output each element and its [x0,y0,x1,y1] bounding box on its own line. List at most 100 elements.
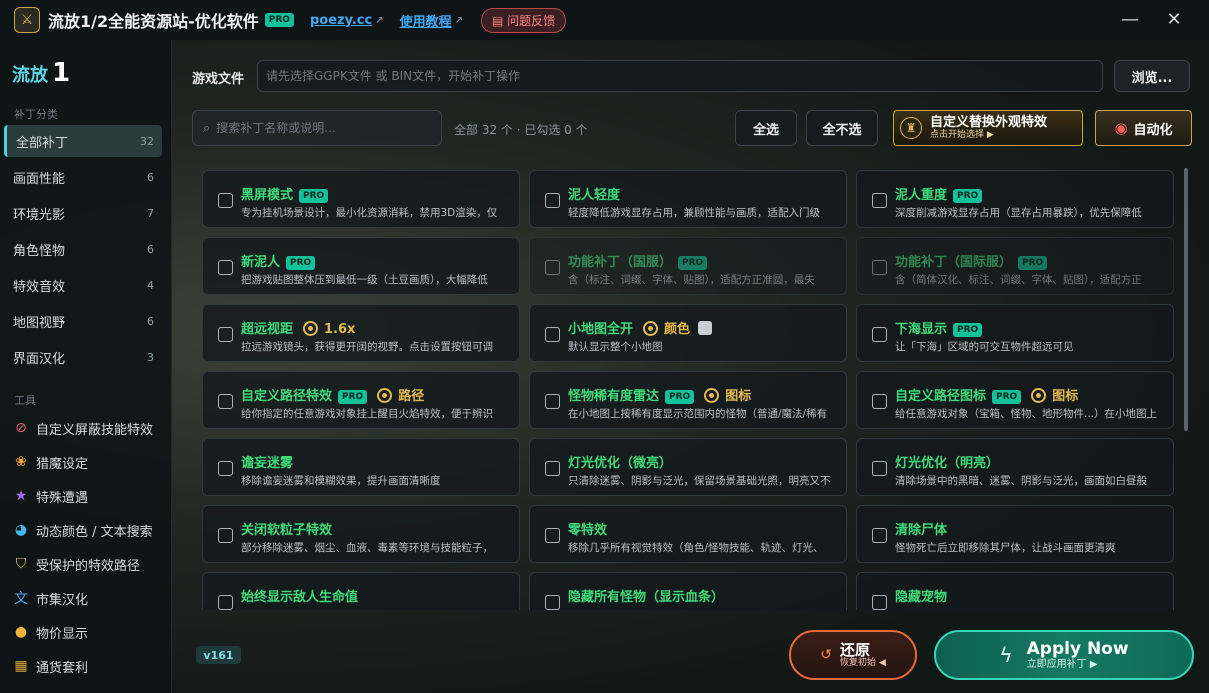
pro-badge: PRO [338,389,368,404]
tool-hunt-settings[interactable]: ❀ 猎魔设定 [12,447,88,477]
patch-checkbox[interactable] [872,193,887,208]
patch-title-text: 灯光优化（明亮） [895,456,1000,471]
restore-button[interactable]: ↺ 还原 恢复初始 ◀ [789,630,917,680]
sidebar-item-count: 4 [147,278,154,292]
eye-slash-icon: ⊘ [15,420,27,436]
tool-special-encounters[interactable]: ★ 特殊遭遇 [12,481,88,511]
lightning-icon: ϟ [999,643,1013,667]
patch-card[interactable]: 始终显示敌人生命值 [202,572,520,610]
patch-card[interactable]: 下海显示 PRO 让「下海」区域的可交互物件超远可见 [856,304,1174,362]
patch-card[interactable]: 自定义路径特效 PRO 路径 给你指定的任意游戏对象挂上醒目火焰特效，便于辨识 [202,371,520,429]
patch-card[interactable]: 清除尸体 怪物死亡后立即移除其尸体，让战斗画面更清爽 [856,505,1174,563]
color-swatch[interactable] [698,321,713,335]
automation-button[interactable]: ◉ 自动化 [1095,110,1192,146]
apply-now-button[interactable]: ϟ Apply Now 立即应用补丁 ▶ [934,630,1194,680]
sidebar-item-localization[interactable]: 界面汉化 3 [4,341,162,373]
sidebar-item-graphics[interactable]: 画面性能 6 [4,161,162,193]
patch-title: 谵妄迷雾 [241,452,293,471]
patch-card[interactable]: 功能补丁（国际服） PRO 含（简体汉化、标注、词缀、字体、贴图），适配方正 [856,237,1174,295]
patch-checkbox[interactable] [218,595,233,610]
patch-checkbox[interactable] [545,260,560,275]
patch-checkbox[interactable] [872,528,887,543]
patch-settings-button[interactable]: 颜色 [643,321,713,337]
tool-protected-paths[interactable]: ⛉ 受保护的特效路径 [12,549,140,579]
feedback-button[interactable]: ▤ 问题反馈 [481,7,567,33]
patch-title-text: 零特效 [568,523,608,538]
patch-title-text: 灯光优化（微亮） [568,456,673,471]
patch-checkbox[interactable] [545,528,560,543]
patch-settings-button[interactable]: 路径 [377,388,424,404]
sidebar-item-map[interactable]: 地图视野 6 [4,305,162,337]
patch-title-text: 始终显示敌人生命值 [241,590,359,605]
patch-checkbox[interactable] [545,394,560,409]
patch-card[interactable]: 隐藏所有怪物（显示血条） [529,572,847,610]
patch-checkbox[interactable] [872,394,887,409]
patch-card[interactable]: 新泥人 PRO 把游戏贴图整体压到最低一级（土豆画质），大幅降低 [202,237,520,295]
site-link[interactable]: poezy.cc [310,13,372,28]
patch-checkbox[interactable] [872,595,887,610]
patch-card[interactable]: 泥人轻度 轻度降低游戏显存占用，兼顾性能与画质，适配入门级 [529,170,847,228]
patch-description: 专为挂机场景设计，最小化资源消耗，禁用3D渲染，仅 [241,207,498,219]
patch-card[interactable]: 泥人重度 PRO 深度削减游戏显存占用（显存占用暴跌），优先保障低 [856,170,1174,228]
selection-count: 全部 32 个 · 已勾选 0 个 [454,123,588,137]
patch-checkbox[interactable] [872,461,887,476]
patch-title: 自定义路径图标 PRO 图标 [895,385,1078,404]
tool-hide-skill-effects[interactable]: ⊘ 自定义屏蔽技能特效 [12,413,153,443]
patch-card[interactable]: 自定义路径图标 PRO 图标 给任意游戏对象（宝箱、怪物、地形物件...）在小地图上 [856,371,1174,429]
patch-card[interactable]: 隐藏宠物 [856,572,1174,610]
patch-title-text: 清除尸体 [895,523,948,538]
select-none-button[interactable]: 全不选 [806,110,878,146]
game-file-input[interactable] [257,60,1103,92]
search-input[interactable] [216,121,427,135]
patch-checkbox[interactable] [545,595,560,610]
patch-description: 只清除迷雾、阴影与泛光，保留场景基础光照，明亮又不 [568,475,831,487]
grid-scrollbar[interactable] [1184,168,1188,431]
minimize-button[interactable]: — [1118,8,1142,32]
patch-card[interactable]: 谵妄迷雾 移除谵妄迷雾和模糊效果，提升画面清晰度 [202,438,520,496]
patch-checkbox[interactable] [218,394,233,409]
sidebar-item-count: 7 [147,206,154,220]
patch-description: 部分移除迷雾、烟尘、血液、毒素等环境与技能粒子， [241,542,493,554]
patch-checkbox[interactable] [545,461,560,476]
patch-settings-button[interactable]: 图标 [1031,388,1078,404]
patch-checkbox[interactable] [218,461,233,476]
close-button[interactable]: ✕ [1162,8,1186,32]
patch-checkbox[interactable] [872,327,887,342]
patch-settings-button[interactable]: 1.6x [303,321,355,337]
patch-title-text: 关闭软粒子特效 [241,523,333,538]
tutorial-link[interactable]: 使用教程 [400,11,452,30]
patch-description: 拉远游戏镜头，获得更开阔的视野。点击设置按钮可调 [241,341,493,353]
patch-checkbox[interactable] [545,327,560,342]
patch-checkbox[interactable] [872,260,887,275]
patch-checkbox[interactable] [218,193,233,208]
patch-card[interactable]: 零特效 移除几乎所有视觉特效（角色/怪物技能、轨迹、灯光、 [529,505,847,563]
patch-checkbox[interactable] [218,528,233,543]
patch-card[interactable]: 灯光优化（明亮） 清除场景中的黑暗、迷雾、阴影与泛光，画面如白昼般 [856,438,1174,496]
pro-badge: PRO [678,255,708,270]
patch-card[interactable]: 小地图全开 颜色 默认显示整个小地图 [529,304,847,362]
palette-icon: ◕ [14,522,28,538]
tool-dynamic-color[interactable]: ◕ 动态颜色 / 文本搜索 [12,515,153,545]
sidebar-item-all-patches[interactable]: 全部补丁 32 [4,125,162,157]
patch-card[interactable]: 灯光优化（微亮） 只清除迷雾、阴影与泛光，保留场景基础光照，明亮又不 [529,438,847,496]
sidebar-item-effects[interactable]: 特效音效 4 [4,269,162,301]
patch-card[interactable]: 关闭软粒子特效部分移除迷雾、烟尘、血液、毒素等环境与技能粒子， [202,505,520,563]
patch-card[interactable]: 黑屏模式 PRO 专为挂机场景设计，最小化资源消耗，禁用3D渲染，仅 [202,170,520,228]
patch-checkbox[interactable] [218,327,233,342]
sidebar-item-lighting[interactable]: 环境光影 7 [4,197,162,229]
patch-card[interactable]: 功能补丁（国服） PRO 含（标注、词缀、字体、贴图），适配方正准圆，最失 [529,237,847,295]
automation-label: 自动化 [1133,122,1173,138]
patch-card[interactable]: 超远视距 1.6x 拉远游戏镜头，获得更开阔的视野。点击设置按钮可调 [202,304,520,362]
patch-checkbox[interactable] [545,193,560,208]
tool-price-display[interactable]: ● 物价显示 [12,617,88,647]
patch-title-text: 新泥人 [241,255,281,270]
patch-card[interactable]: 怪物稀有度雷达 PRO 图标 在小地图上按稀有度显示范围内的怪物（普通/魔法/稀有 [529,371,847,429]
tool-market-localization[interactable]: 文市集汉化 [12,583,88,613]
patch-settings-button[interactable]: 图标 [704,388,751,404]
sidebar-item-monsters[interactable]: 角色怪物 6 [4,233,162,265]
custom-effects-button[interactable]: ♜ 自定义替换外观特效 点击开始选择 ▶ [893,110,1083,146]
browse-button[interactable]: 浏览... [1114,60,1190,92]
patch-checkbox[interactable] [218,260,233,275]
tool-currency-arbitrage[interactable]: ▦ 通货套利 [12,651,88,681]
select-all-button[interactable]: 全选 [735,110,797,146]
